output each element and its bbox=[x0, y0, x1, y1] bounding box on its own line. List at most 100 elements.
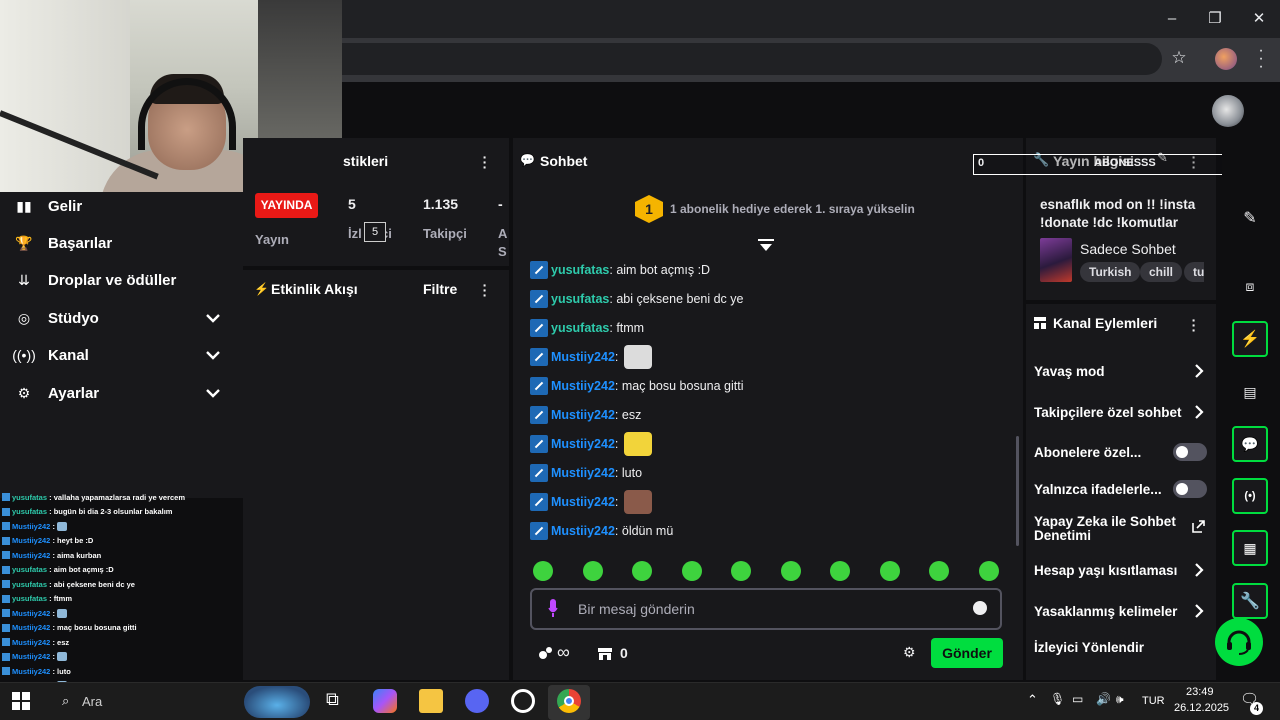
wrench-icon[interactable]: 🔧 bbox=[1232, 583, 1268, 619]
chat-message[interactable]: Mustiiy242: bbox=[530, 490, 652, 514]
action-followers-only[interactable]: Takipçilere özel sohbet bbox=[1034, 405, 1182, 420]
emote-picker-icon[interactable] bbox=[973, 601, 987, 615]
activity-menu-icon[interactable]: · · · bbox=[479, 278, 491, 302]
chat-message[interactable]: Mustiiy242: luto bbox=[530, 462, 642, 484]
quick-emote[interactable] bbox=[780, 561, 801, 581]
speaker-icon[interactable]: 🕪 bbox=[1116, 692, 1124, 707]
search-icon[interactable]: ⌕ bbox=[62, 693, 69, 709]
chat-bubble-icon[interactable]: 💬 bbox=[1232, 426, 1268, 462]
browser-menu-icon[interactable]: · · · bbox=[1256, 43, 1266, 75]
chat-message[interactable]: Mustiiy242: öldün mü bbox=[530, 520, 673, 542]
sidebar-item-revenue[interactable]: ▮▮ Gelir bbox=[0, 188, 243, 224]
chat-emote[interactable] bbox=[623, 345, 652, 369]
microphone-icon[interactable] bbox=[548, 598, 558, 618]
sidebar-item-channel[interactable]: ((•)) Kanal bbox=[0, 337, 243, 373]
chat-username[interactable]: Mustiiy242 bbox=[551, 437, 615, 451]
quick-emote[interactable] bbox=[632, 561, 652, 581]
action-slow-mode[interactable]: Yavaş mod bbox=[1034, 364, 1105, 379]
chat-message[interactable]: Mustiiy242: maç bosu bosuna gitti bbox=[530, 375, 743, 397]
chat-username[interactable]: Mustiiy242 bbox=[551, 379, 615, 393]
category-name[interactable]: Sadece Sohbet bbox=[1080, 241, 1176, 257]
chevron-right-icon[interactable] bbox=[1192, 405, 1206, 419]
activity-filter-button[interactable]: Filtre bbox=[423, 281, 457, 297]
chevron-right-icon[interactable] bbox=[1192, 364, 1206, 378]
quick-emote[interactable] bbox=[879, 561, 900, 581]
action-blocked-terms[interactable]: Yasaklanmış kelimeler bbox=[1034, 604, 1177, 619]
quick-emote[interactable] bbox=[731, 561, 751, 581]
chat-username[interactable]: Mustiiy242 bbox=[551, 466, 615, 480]
edit-pencil-icon[interactable]: ✎ bbox=[1232, 200, 1268, 236]
sidebar-item-settings[interactable]: ⚙ Ayarlar bbox=[0, 375, 243, 411]
store-icon[interactable] bbox=[597, 645, 613, 661]
quick-emote[interactable] bbox=[830, 561, 850, 581]
tag-turkish[interactable]: Turkish bbox=[1080, 262, 1141, 282]
obs-icon[interactable] bbox=[511, 689, 535, 713]
chat-message[interactable]: Mustiiy242: bbox=[530, 432, 652, 456]
chat-username[interactable]: yusufatas bbox=[551, 321, 609, 335]
chat-username[interactable]: Mustiiy242 bbox=[551, 408, 615, 422]
chat-scrollbar[interactable] bbox=[1016, 436, 1019, 546]
windows-start-icon[interactable] bbox=[12, 692, 30, 710]
sidebar-item-studio[interactable]: ◎ Stüdyo bbox=[0, 300, 243, 336]
lightning-icon[interactable]: ⚡ bbox=[1232, 321, 1268, 357]
support-headset-button[interactable] bbox=[1215, 618, 1263, 666]
chat-message[interactable]: Mustiiy242: esz bbox=[530, 404, 641, 426]
chevron-right-icon[interactable] bbox=[1192, 563, 1206, 577]
volume-icon[interactable]: 🔊 bbox=[1096, 692, 1111, 706]
search-highlight-image[interactable] bbox=[244, 686, 310, 718]
chat-username[interactable]: Mustiiy242 bbox=[551, 495, 615, 509]
chat-settings-gear-icon[interactable]: ⚙ bbox=[903, 644, 916, 661]
quick-emote[interactable] bbox=[929, 561, 949, 581]
clock-time[interactable]: 23:49 bbox=[1186, 686, 1214, 698]
chat-message[interactable]: yusufatas: aim bot açmış :D bbox=[530, 259, 710, 281]
quick-emote[interactable] bbox=[681, 561, 702, 581]
address-bar[interactable] bbox=[342, 43, 1162, 75]
chat-message[interactable]: Mustiiy242: bbox=[530, 345, 652, 369]
bookmark-star-icon[interactable]: ☆ bbox=[1169, 48, 1189, 68]
tag-truncated[interactable]: tu bbox=[1184, 262, 1204, 282]
chat-message[interactable]: yusufatas: ftmm bbox=[530, 317, 644, 339]
browser-profile-avatar[interactable] bbox=[1215, 48, 1237, 70]
taskbar-search-label[interactable]: Ara bbox=[82, 694, 102, 709]
file-explorer-icon[interactable] bbox=[419, 689, 443, 713]
channel-actions-menu-icon[interactable]: · · · bbox=[1188, 313, 1200, 337]
broadcast-icon[interactable]: (•) bbox=[1232, 478, 1268, 514]
send-button[interactable]: Gönder bbox=[931, 638, 1003, 668]
subscribers-only-toggle[interactable] bbox=[1173, 443, 1207, 461]
discord-icon[interactable] bbox=[465, 689, 489, 713]
chat-message[interactable]: yusufatas: abi çeksene beni dc ye bbox=[530, 288, 743, 310]
chat-username[interactable]: yusufatas bbox=[551, 292, 609, 306]
task-view-icon[interactable]: ⧉ bbox=[326, 689, 350, 713]
action-account-age[interactable]: Hesap yaşı kısıtlaması bbox=[1034, 563, 1177, 578]
restore-button[interactable]: ❐ bbox=[1204, 8, 1226, 30]
quick-emote[interactable] bbox=[533, 561, 553, 581]
category-boxart[interactable] bbox=[1040, 238, 1072, 282]
sidebar-item-drops[interactable]: ⇊ Droplar ve ödüller bbox=[0, 262, 243, 298]
emote-only-toggle[interactable] bbox=[1173, 480, 1207, 498]
chevron-right-icon[interactable] bbox=[1192, 604, 1206, 618]
external-link-icon[interactable] bbox=[1192, 520, 1205, 533]
language-indicator[interactable]: TUR bbox=[1142, 695, 1165, 707]
network-icon[interactable]: ▭ bbox=[1072, 692, 1083, 706]
expand-down-icon[interactable] bbox=[757, 238, 775, 254]
chat-username[interactable]: yusufatas bbox=[551, 263, 609, 277]
notes-icon[interactable]: ▤ bbox=[1232, 374, 1268, 410]
action-raid-viewers[interactable]: İzleyici Yönlendir bbox=[1034, 640, 1144, 655]
microphone-icon[interactable]: 🎙 bbox=[1050, 692, 1065, 706]
action-ai-moderation[interactable]: Yapay Zeka ile Sohbet Denetimi bbox=[1034, 515, 1184, 543]
copilot-icon[interactable] bbox=[373, 689, 397, 713]
clock-date[interactable]: 26.12.2025 bbox=[1174, 702, 1229, 714]
clapper-icon[interactable]: ▦ bbox=[1232, 530, 1268, 566]
close-button[interactable]: ✕ bbox=[1248, 8, 1270, 30]
sidebar-item-achievements[interactable]: 🏆 Başarılar bbox=[0, 225, 243, 261]
quick-emote[interactable] bbox=[582, 561, 603, 581]
chat-emote[interactable] bbox=[623, 490, 652, 514]
minimize-button[interactable]: – bbox=[1161, 8, 1183, 30]
chat-username[interactable]: Mustiiy242 bbox=[551, 524, 615, 538]
channel-points-icon[interactable] bbox=[538, 645, 554, 661]
tag-chill[interactable]: chill bbox=[1140, 262, 1183, 282]
screenshot-icon[interactable]: ⧈ bbox=[1232, 268, 1268, 304]
chat-username[interactable]: Mustiiy242 bbox=[551, 350, 615, 364]
quick-emote[interactable] bbox=[978, 561, 999, 581]
user-avatar[interactable] bbox=[1212, 95, 1244, 127]
